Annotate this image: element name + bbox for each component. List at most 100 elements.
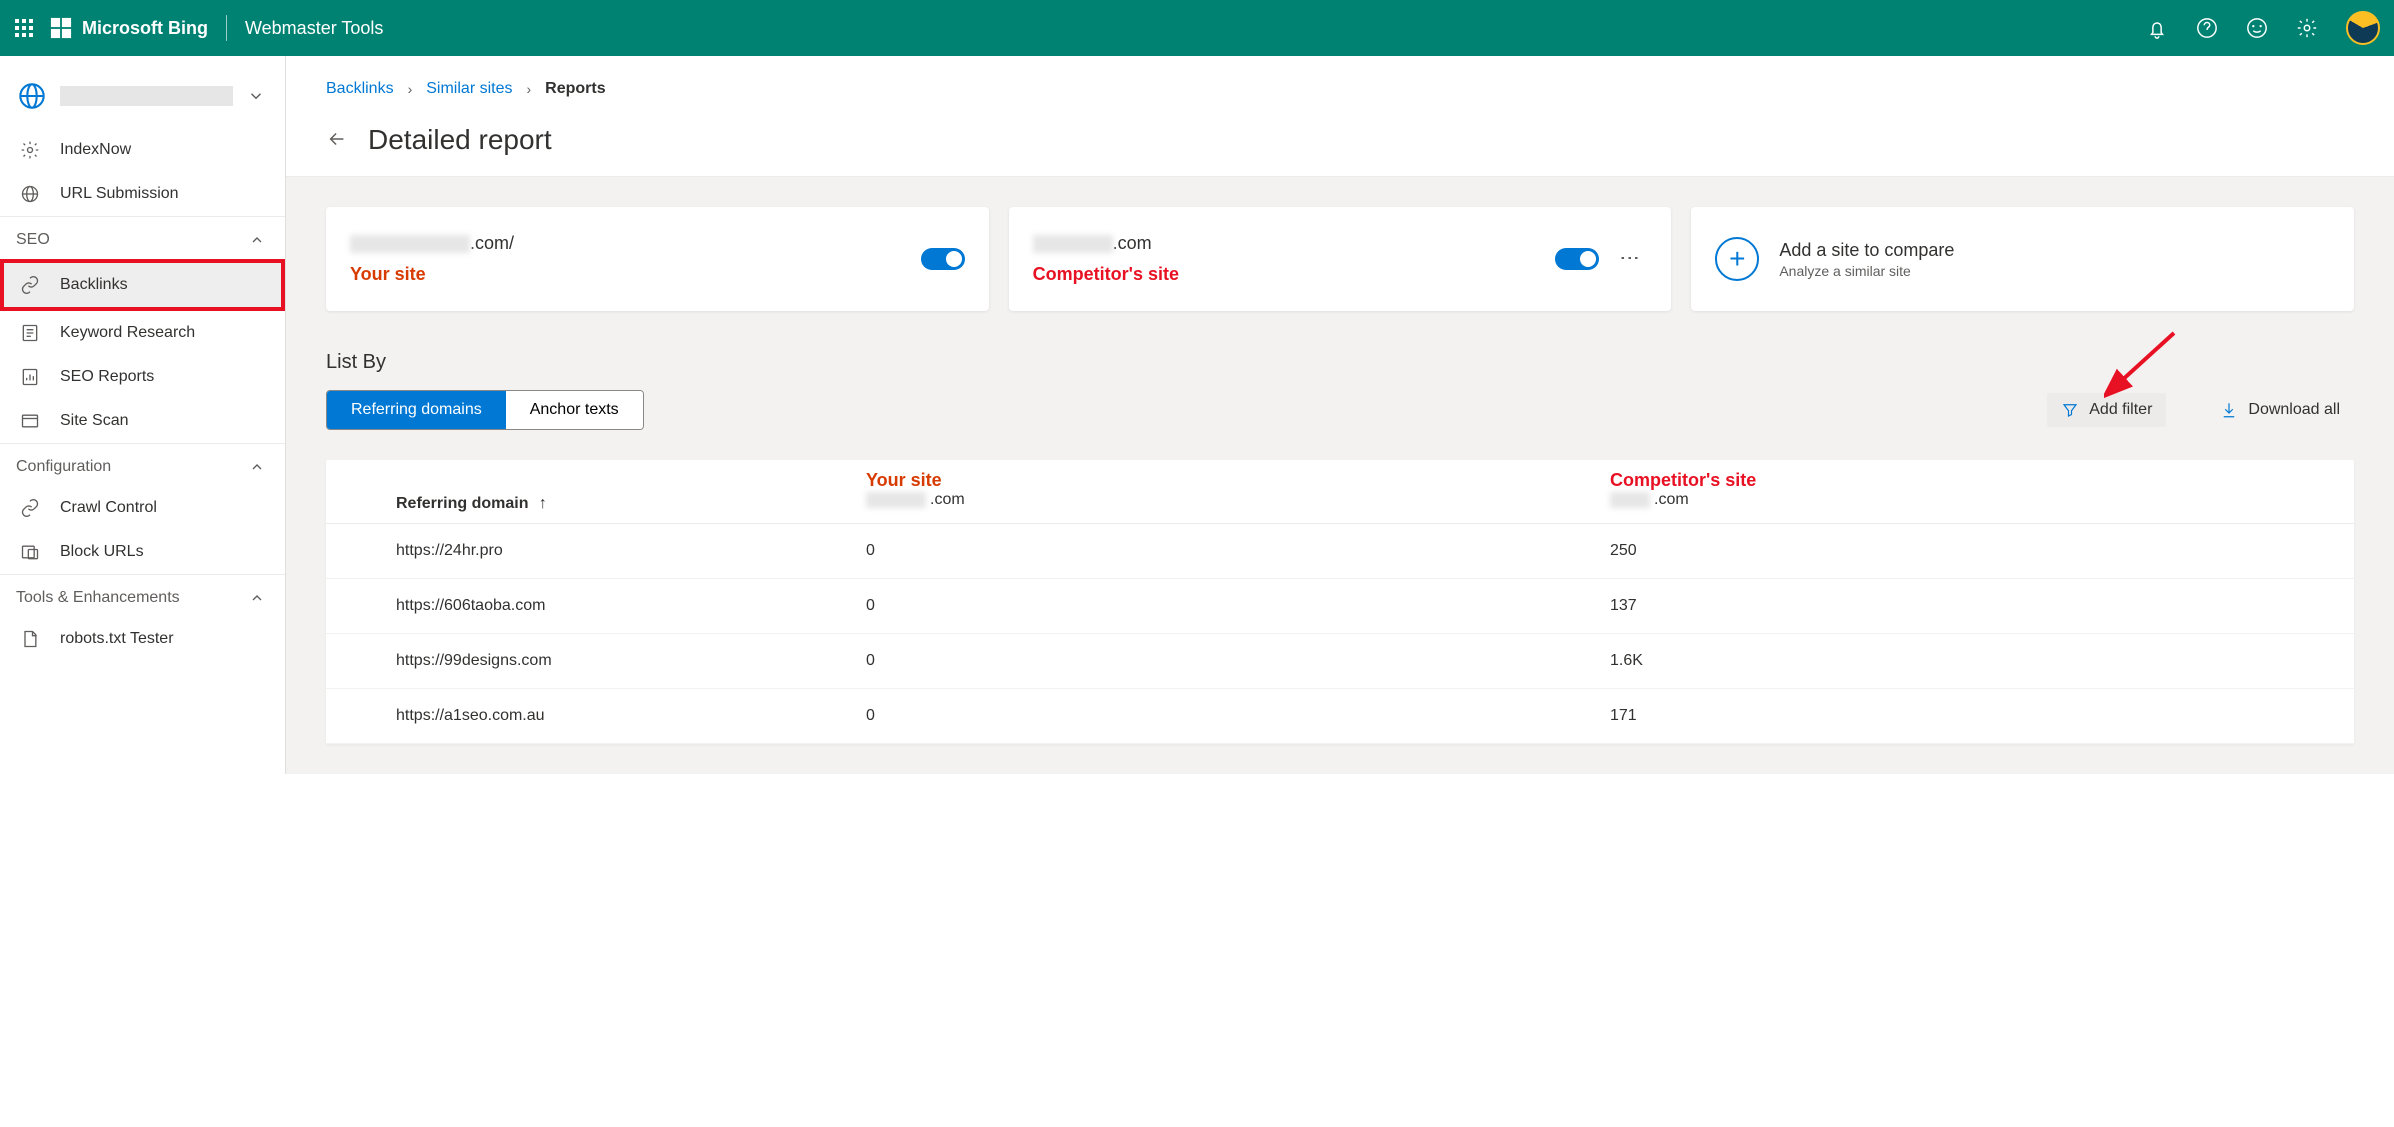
row-your-value: 0 xyxy=(866,652,1610,670)
site-name-redacted xyxy=(60,86,233,106)
add-site-card[interactable]: + Add a site to compare Analyze a simila… xyxy=(1691,207,2354,311)
table-row[interactable]: https://99designs.com01.6K xyxy=(326,634,2354,689)
row-domain: https://606taoba.com xyxy=(326,597,866,615)
row-domain: https://a1seo.com.au xyxy=(326,707,866,725)
col-your-bot: .com xyxy=(866,491,1610,509)
group-label: Configuration xyxy=(16,458,111,476)
row-domain: https://99designs.com xyxy=(326,652,866,670)
tab-referring-domains[interactable]: Referring domains xyxy=(327,391,506,429)
header-right xyxy=(2146,11,2380,45)
row-domain: https://24hr.pro xyxy=(326,542,866,560)
your-site-toggle[interactable] xyxy=(921,248,965,270)
sidebar-item-seo-reports[interactable]: SEO Reports xyxy=(0,355,285,399)
add-filter-button[interactable]: Add filter xyxy=(2047,393,2166,427)
sidebar-item-backlinks[interactable]: Backlinks xyxy=(0,259,285,311)
link-icon xyxy=(20,275,42,295)
sidebar-item-label: robots.txt Tester xyxy=(60,630,174,648)
breadcrumb: Backlinks › Similar sites › Reports xyxy=(326,80,2354,98)
brand-text: Microsoft Bing xyxy=(82,18,208,39)
sidebar-item-label: IndexNow xyxy=(60,141,131,159)
table-row[interactable]: https://a1seo.com.au0171 xyxy=(326,689,2354,744)
table-header: Referring domain ↑ Your site .com Compet… xyxy=(326,460,2354,524)
right-actions: Add filter Download all xyxy=(2047,393,2354,427)
tab-anchor-texts[interactable]: Anchor texts xyxy=(506,391,643,429)
add-icon[interactable]: + xyxy=(1715,237,1759,281)
sidebar-item-label: Crawl Control xyxy=(60,499,157,517)
notifications-icon[interactable] xyxy=(2146,17,2168,39)
sidebar-item-indexnow[interactable]: IndexNow xyxy=(0,128,285,172)
listby-bar: Referring domains Anchor texts Add filte… xyxy=(326,390,2354,430)
sidebar-item-url-submission[interactable]: URL Submission xyxy=(0,172,285,216)
sidebar-group-seo[interactable]: SEO xyxy=(0,216,285,259)
your-site-domain: .com/ xyxy=(350,233,909,254)
sidebar-item-site-scan[interactable]: Site Scan xyxy=(0,399,285,443)
shell: IndexNow URL Submission SEO Backlinks Ke… xyxy=(0,56,2394,774)
your-site-label: Your site xyxy=(350,264,909,285)
download-icon xyxy=(2220,401,2238,419)
filter-icon xyxy=(2061,401,2079,419)
sidebar-group-config[interactable]: Configuration xyxy=(0,443,285,486)
settings-icon[interactable] xyxy=(2296,17,2318,39)
table-row[interactable]: https://24hr.pro0250 xyxy=(326,524,2354,579)
sidebar-item-label: Block URLs xyxy=(60,543,144,561)
col-comp-bot: .com xyxy=(1610,491,2354,509)
listby-heading: List By xyxy=(326,351,2354,374)
site-selector[interactable] xyxy=(0,74,285,128)
sidebar-item-block[interactable]: Block URLs xyxy=(0,530,285,574)
main-header: Backlinks › Similar sites › Reports Deta… xyxy=(286,56,2394,177)
listby-section: List By Referring domains Anchor texts A… xyxy=(326,351,2354,744)
header-left: Microsoft Bing Webmaster Tools xyxy=(14,15,383,41)
page-title-row: Detailed report xyxy=(326,124,2354,156)
group-label: Tools & Enhancements xyxy=(16,589,180,607)
chevron-right-icon: › xyxy=(408,81,413,97)
sidebar-item-robots[interactable]: robots.txt Tester xyxy=(0,617,285,661)
sidebar-item-keyword[interactable]: Keyword Research xyxy=(0,311,285,355)
app-launcher-icon[interactable] xyxy=(14,18,34,38)
add-filter-label: Add filter xyxy=(2089,401,2152,419)
feedback-icon[interactable] xyxy=(2246,17,2268,39)
sort-asc-icon: ↑ xyxy=(539,495,547,512)
file-icon xyxy=(20,629,42,649)
table-row[interactable]: https://606taoba.com0137 xyxy=(326,579,2354,634)
compare-cards: .com/ Your site .com Competitor's site ⋮… xyxy=(326,207,2354,311)
results-table: Referring domain ↑ Your site .com Compet… xyxy=(326,460,2354,744)
group-label: SEO xyxy=(16,231,50,249)
col-your-top: Your site xyxy=(866,470,1610,491)
competitor-toggle[interactable] xyxy=(1555,248,1599,270)
breadcrumb-similar[interactable]: Similar sites xyxy=(426,80,512,98)
sidebar-item-label: Site Scan xyxy=(60,412,128,430)
row-your-value: 0 xyxy=(866,597,1610,615)
more-icon[interactable]: ⋮ xyxy=(1611,242,1647,276)
col-referring-domain[interactable]: Referring domain ↑ xyxy=(326,495,866,513)
row-comp-value: 1.6K xyxy=(1610,652,2354,670)
back-icon[interactable] xyxy=(326,128,348,153)
scan-icon xyxy=(20,411,42,431)
table-body: https://24hr.pro0250https://606taoba.com… xyxy=(326,524,2354,744)
competitor-label: Competitor's site xyxy=(1033,264,1544,285)
brand-logo[interactable]: Microsoft Bing Webmaster Tools xyxy=(50,15,383,41)
download-button[interactable]: Download all xyxy=(2206,393,2354,427)
col-your-site[interactable]: Your site .com xyxy=(866,470,1610,513)
gear-alt-icon xyxy=(20,140,42,160)
add-subtitle: Analyze a similar site xyxy=(1779,263,1954,279)
breadcrumb-current: Reports xyxy=(545,80,605,98)
download-label: Download all xyxy=(2248,401,2340,419)
list-icon xyxy=(20,323,42,343)
row-your-value: 0 xyxy=(866,542,1610,560)
main: Backlinks › Similar sites › Reports Deta… xyxy=(286,56,2394,774)
sidebar-item-label: Keyword Research xyxy=(60,324,195,342)
report-icon xyxy=(20,367,42,387)
row-comp-value: 250 xyxy=(1610,542,2354,560)
sidebar-group-tools[interactable]: Tools & Enhancements xyxy=(0,574,285,617)
chevron-right-icon: › xyxy=(526,81,531,97)
add-title: Add a site to compare xyxy=(1779,240,1954,261)
breadcrumb-backlinks[interactable]: Backlinks xyxy=(326,80,394,98)
sidebar-item-crawl[interactable]: Crawl Control xyxy=(0,486,285,530)
help-icon[interactable] xyxy=(2196,17,2218,39)
link2-icon xyxy=(20,498,42,518)
row-comp-value: 171 xyxy=(1610,707,2354,725)
col-competitor[interactable]: Competitor's site .com xyxy=(1610,470,2354,513)
your-site-card: .com/ Your site xyxy=(326,207,989,311)
add-text: Add a site to compare Analyze a similar … xyxy=(1779,240,1954,279)
user-avatar[interactable] xyxy=(2346,11,2380,45)
